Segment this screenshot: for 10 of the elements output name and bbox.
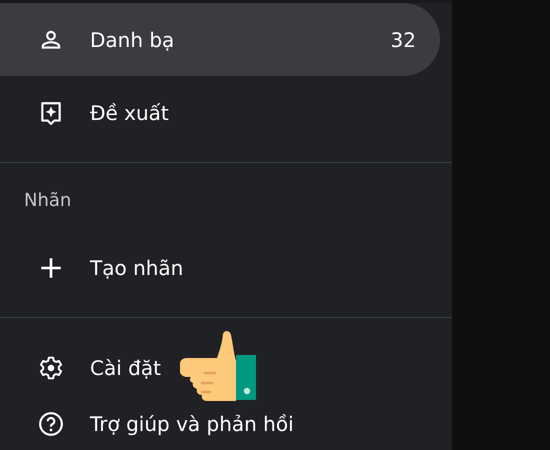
nav-item[interactable]: Trợ giúp và phản hồi — [0, 404, 440, 444]
nav-item[interactable]: Cài đặt — [0, 331, 440, 404]
sparkle-icon — [38, 100, 64, 126]
nav-item[interactable]: Đề xuất — [0, 76, 440, 149]
nav-item[interactable]: Tạo nhãn — [0, 231, 440, 304]
settings-icon — [38, 354, 64, 380]
section-heading: Nhãn — [23, 189, 72, 213]
nav-item[interactable]: Danh bạ 32 — [0, 3, 440, 76]
contact-count: 32 — [390, 28, 416, 52]
help-icon — [38, 411, 64, 437]
